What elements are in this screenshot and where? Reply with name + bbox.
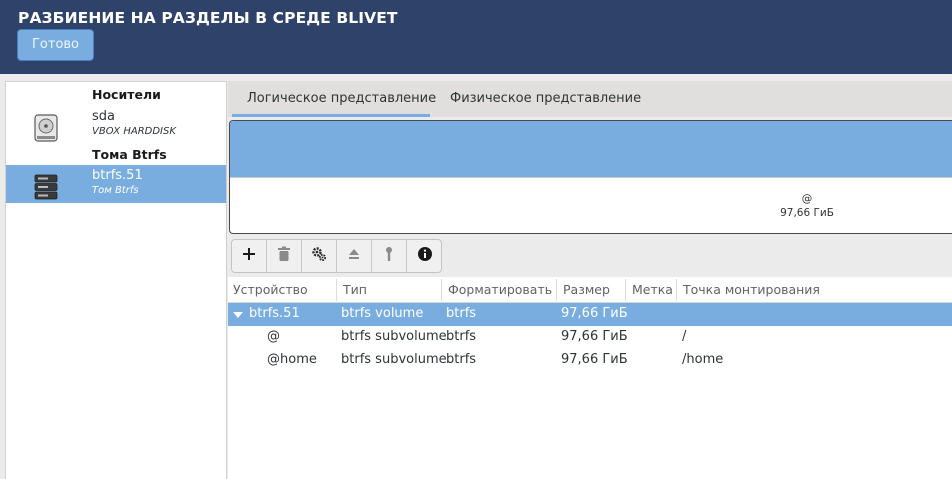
delete-icon [277,246,291,266]
eject-icon [347,247,361,265]
cell-format: btrfs [446,306,477,321]
active-tab-indicator [232,114,430,117]
cell-mountpoint: / [682,329,687,344]
column-header-label[interactable]: Метка [632,282,673,297]
device-table: Устройство Тип Форматировать Размер Метк… [228,277,952,479]
sidebar-item-name: btrfs.51 [92,168,143,183]
add-icon [242,247,256,265]
column-divider [441,279,442,301]
cell-device: @ [267,329,280,344]
table-row[interactable]: @home btrfs subvolume btrfs 97,66 ГиБ /h… [228,349,952,372]
cell-device: @home [267,352,317,367]
main-panel: Логическое представление Физическое пред… [228,81,952,479]
sidebar-section-disks: Носители [92,87,161,102]
btrfs-volume-icon [34,173,58,201]
sidebar-item-btrfs-51[interactable]: btrfs.51 Том Btrfs [6,165,226,203]
volume-bar[interactable] [230,121,952,178]
column-header-type[interactable]: Тип [343,282,367,297]
sidebar-section-btrfs: Тома Btrfs [92,147,167,162]
configure-button[interactable] [302,240,337,272]
action-toolbar [231,239,442,273]
partition-visualization: @ 97,66 ГиБ [229,120,952,234]
cell-device: btrfs.51 [249,306,300,321]
cell-size: 97,66 ГиБ [561,352,628,367]
cell-format: btrfs [446,329,477,344]
cell-mountpoint: /home [682,352,724,367]
expander-arrow-icon[interactable] [233,312,243,318]
info-icon [417,246,433,266]
table-header: Устройство Тип Форматировать Размер Метк… [228,277,952,303]
settings-icon [311,246,327,266]
cell-size: 97,66 ГиБ [561,306,628,321]
column-divider [556,279,557,301]
sidebar-item-sda[interactable]: sda VBOX HARDDISK [6,106,226,144]
page-title: РАЗБИЕНИЕ НА РАЗДЕЛЫ В СРЕДЕ BLIVET [18,9,398,27]
column-header-size[interactable]: Размер [563,282,610,297]
cell-type: btrfs volume [341,306,424,321]
cell-format: btrfs [446,352,477,367]
table-row[interactable]: btrfs.51 btrfs volume btrfs 97,66 ГиБ [228,303,952,326]
device-sidebar: Носители sda VBOX HARDDISK Тома Btrfs bt… [5,81,227,479]
view-tabs: Логическое представление Физическое пред… [228,81,952,117]
delete-button[interactable] [267,240,302,272]
mount-icon [384,246,394,266]
column-divider [625,279,626,301]
mount-button[interactable] [372,240,407,272]
cell-type: btrfs subvolume [341,329,447,344]
add-button[interactable] [232,240,267,272]
sidebar-item-subtitle: VBOX HARDDISK [92,126,176,137]
tab-logical-view[interactable]: Логическое представление [247,91,436,106]
done-button[interactable]: Готово [17,29,94,61]
column-divider [676,279,677,301]
tab-physical-view[interactable]: Физическое представление [450,91,641,106]
table-row[interactable]: @ btrfs subvolume btrfs 97,66 ГиБ / [228,326,952,349]
column-header-device[interactable]: Устройство [233,282,308,297]
harddisk-icon [34,114,58,142]
subvolume-size: 97,66 ГиБ [780,207,834,219]
column-header-format[interactable]: Форматировать [448,282,552,297]
cell-size: 97,66 ГиБ [561,329,628,344]
info-button[interactable] [407,240,442,272]
subvolume-name: @ [801,193,813,205]
header-bar: РАЗБИЕНИЕ НА РАЗДЕЛЫ В СРЕДЕ BLIVET Гото… [0,0,952,74]
unmount-button[interactable] [337,240,372,272]
sidebar-item-subtitle: Том Btrfs [92,185,139,196]
cell-type: btrfs subvolume [341,352,447,367]
column-divider [336,279,337,301]
column-header-mountpoint[interactable]: Точка монтирования [683,282,820,297]
sidebar-item-name: sda [92,109,115,124]
